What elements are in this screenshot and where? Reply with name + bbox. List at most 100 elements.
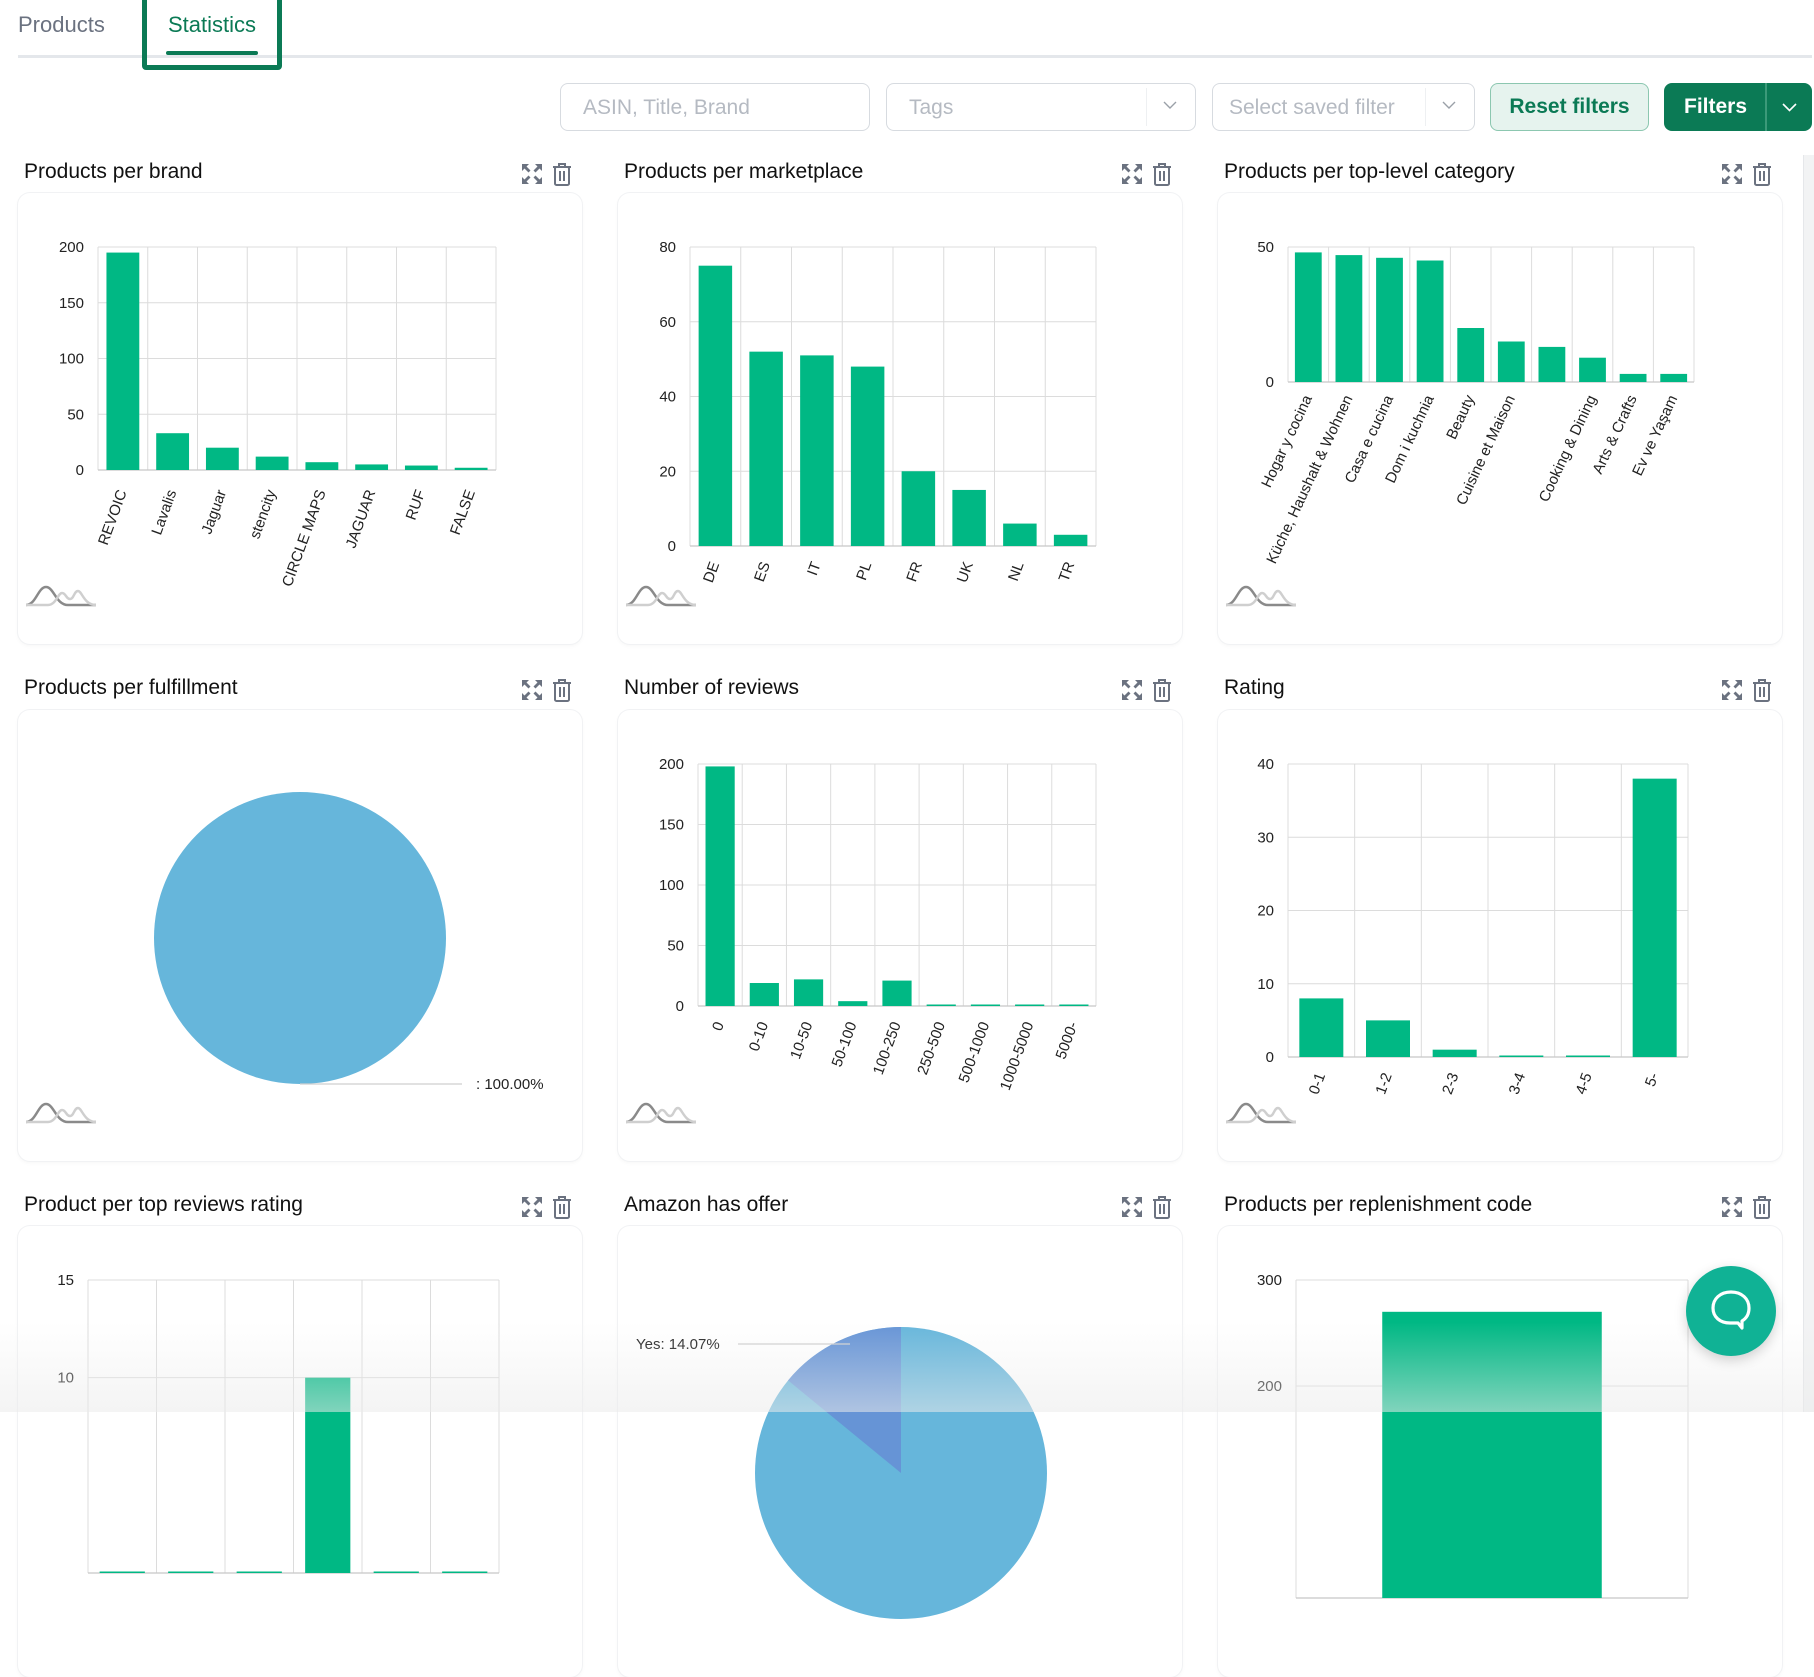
bar-NL[interactable] — [1003, 523, 1037, 546]
expand-arrows-icon[interactable] — [520, 1194, 544, 1220]
bar-Arts & Crafts[interactable] — [1619, 373, 1647, 382]
y-tick-label: 60 — [659, 314, 676, 331]
bar-3[interactable] — [305, 1377, 351, 1573]
y-tick-label: 200 — [59, 239, 84, 256]
trash-icon[interactable] — [1150, 677, 1174, 703]
bar-1-2[interactable] — [1366, 1020, 1410, 1057]
bar-Cooking & Dining[interactable] — [1579, 357, 1606, 382]
expand-arrows-icon[interactable] — [1720, 1194, 1744, 1220]
bar-REVOIC[interactable] — [106, 252, 140, 470]
bar-4-5[interactable] — [1566, 1055, 1610, 1058]
widget-title: Number of reviews — [624, 676, 800, 699]
tab-products[interactable]: Products — [18, 12, 105, 38]
bar-0[interactable] — [705, 766, 735, 1006]
bar-TR[interactable] — [1053, 534, 1088, 546]
bar-100-250[interactable] — [882, 980, 912, 1006]
pie-slice[interactable] — [154, 792, 446, 1084]
bar-Jaguar[interactable] — [205, 447, 239, 470]
bar-10-50[interactable] — [793, 979, 824, 1006]
bar-5000-[interactable] — [1059, 1004, 1089, 1007]
x-tick-label: UK — [954, 560, 977, 585]
y-tick-label: 40 — [1257, 756, 1274, 773]
widget-card-amazon_offer: Yes: 14.07% — [618, 1226, 1182, 1677]
x-tick-label: 3-4 — [1506, 1071, 1529, 1097]
widget-actions — [1720, 677, 1780, 705]
distribution-curve-icon[interactable] — [1226, 1100, 1296, 1126]
expand-arrows-icon[interactable] — [1720, 161, 1744, 187]
distribution-curve-icon[interactable] — [26, 583, 96, 609]
bar-4[interactable] — [373, 1571, 419, 1574]
bar-500-1000[interactable] — [970, 1004, 1001, 1007]
x-tick-label: CIRCLE MAPS — [279, 488, 330, 589]
bar-3-4[interactable] — [1499, 1055, 1544, 1058]
filters-button[interactable]: Filters — [1664, 83, 1812, 131]
x-tick-label: 5- — [1642, 1071, 1663, 1089]
bar-Lavalis[interactable] — [156, 433, 190, 470]
filters-dropdown-chevron-icon[interactable] — [1767, 83, 1812, 131]
bar-0[interactable] — [99, 1571, 145, 1574]
chat-support-button[interactable] — [1686, 1266, 1776, 1356]
expand-arrows-icon[interactable] — [1120, 1194, 1144, 1220]
reset-filters-button[interactable]: Reset filters — [1490, 83, 1649, 131]
page-scrollbar[interactable] — [1803, 155, 1814, 1412]
expand-arrows-icon[interactable] — [520, 161, 544, 187]
bar-Beauty[interactable] — [1457, 328, 1485, 382]
bar-1[interactable] — [168, 1571, 214, 1574]
tab-highlight-box — [142, 0, 282, 70]
expand-arrows-icon[interactable] — [1720, 677, 1744, 703]
bar-stencity[interactable] — [255, 456, 289, 470]
widget-card-reviews: 0 50 100 150 200 0 0-10 10-50 50-100 100-250 250-5… — [618, 710, 1182, 1161]
x-tick-label: 0 — [709, 1020, 728, 1034]
y-tick-label: 150 — [659, 817, 684, 834]
y-tick-label: 20 — [659, 463, 676, 480]
trash-icon[interactable] — [1150, 161, 1174, 187]
trash-icon[interactable] — [1750, 1194, 1774, 1220]
tags-select[interactable]: Tags — [886, 83, 1196, 131]
bar-Casa e cucina[interactable] — [1376, 257, 1403, 382]
bar-CIRCLE MAPS[interactable] — [305, 462, 339, 470]
bar-0[interactable] — [1382, 1311, 1602, 1598]
bar-FR[interactable] — [901, 471, 936, 546]
distribution-curve-icon[interactable] — [26, 1100, 96, 1126]
bar-0-1[interactable] — [1299, 998, 1344, 1057]
expand-arrows-icon[interactable] — [1120, 161, 1144, 187]
distribution-curve-icon[interactable] — [626, 583, 696, 609]
chart-svg-brand: 0 50 100 150 200 REVOIC Lavalis Jaguar stencityC… — [59, 239, 497, 589]
saved-filter-select[interactable]: Select saved filter — [1212, 83, 1475, 131]
trash-icon[interactable] — [550, 1194, 574, 1220]
search-input[interactable]: ASIN, Title, Brand — [560, 83, 870, 131]
bar-Dom i kuchnia[interactable] — [1416, 260, 1444, 383]
bar-2-3[interactable] — [1432, 1049, 1477, 1057]
bar-2[interactable] — [236, 1571, 282, 1574]
trash-icon[interactable] — [1150, 1194, 1174, 1220]
distribution-curve-icon[interactable] — [1226, 583, 1296, 609]
bar-Hogar y cocina[interactable] — [1294, 252, 1322, 382]
bar-5-[interactable] — [1632, 778, 1677, 1057]
bar-Ev ve Yaşam[interactable] — [1660, 373, 1688, 382]
expand-arrows-icon[interactable] — [520, 677, 544, 703]
bar-Küche, Haushalt & Wohnen[interactable] — [1335, 255, 1363, 382]
bar-IT[interactable] — [800, 355, 834, 546]
bar-6[interactable] — [1538, 346, 1566, 382]
bar-FALSE[interactable] — [454, 467, 488, 470]
trash-icon[interactable] — [1750, 161, 1774, 187]
trash-icon[interactable] — [550, 161, 574, 187]
widget-actions — [1720, 1194, 1780, 1222]
bar-JAGUAR[interactable] — [355, 464, 389, 470]
bar-0-10[interactable] — [749, 983, 779, 1006]
bar-UK[interactable] — [952, 489, 986, 546]
bar-RUF[interactable] — [404, 465, 438, 470]
bar-PL[interactable] — [850, 366, 885, 546]
bar-Cuisine et Maison[interactable] — [1497, 341, 1525, 383]
bar-50-100[interactable] — [838, 1001, 868, 1006]
distribution-curve-icon[interactable] — [626, 1100, 696, 1126]
trash-icon[interactable] — [1750, 677, 1774, 703]
bar-DE[interactable] — [698, 265, 733, 546]
bar-ES[interactable] — [749, 351, 783, 546]
trash-icon[interactable] — [550, 677, 574, 703]
widget-card-brand: 0 50 100 150 200 REVOIC Lavalis Jaguar stencity C… — [18, 193, 582, 644]
expand-arrows-icon[interactable] — [1120, 677, 1144, 703]
bar-1000-5000[interactable] — [1015, 1004, 1045, 1007]
bar-5[interactable] — [442, 1571, 488, 1574]
bar-250-500[interactable] — [926, 1004, 956, 1007]
